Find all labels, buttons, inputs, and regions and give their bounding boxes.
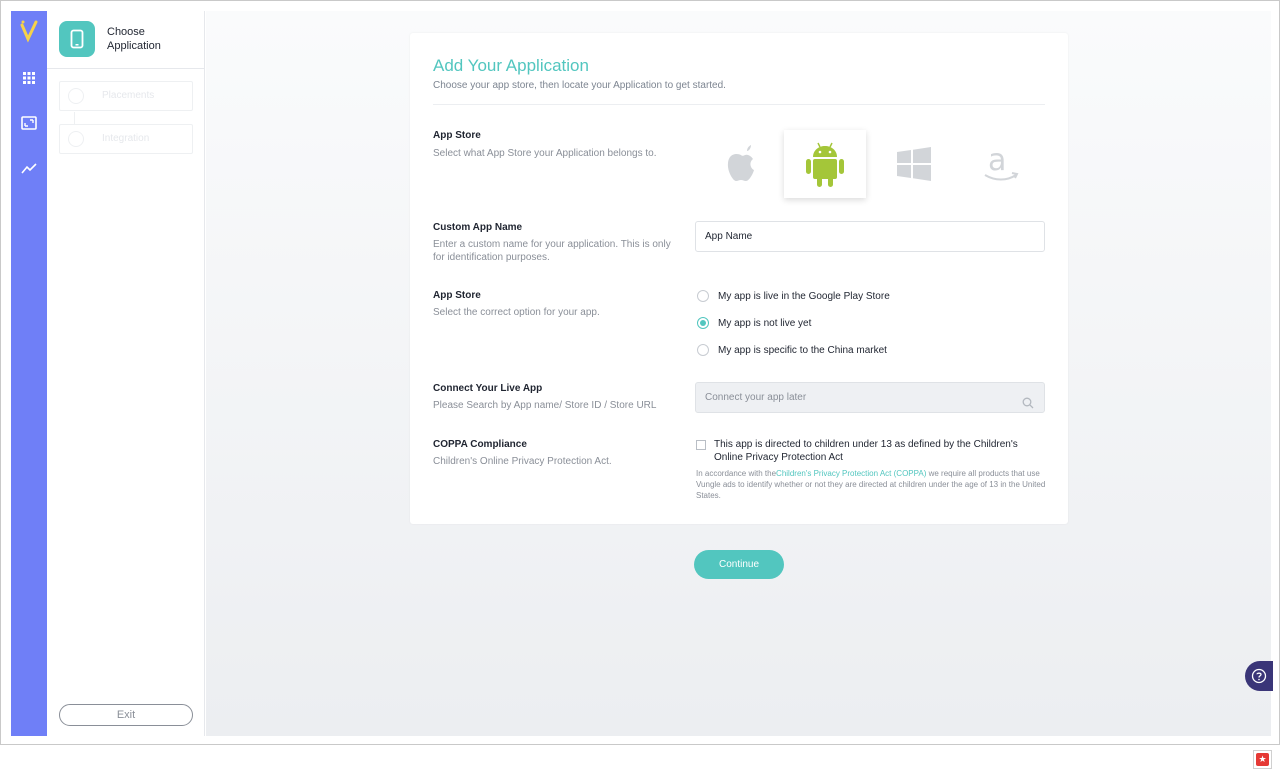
app-store-picker: a xyxy=(700,130,1045,198)
page-title: Add Your Application xyxy=(433,56,589,75)
radio-label: My app is not live yet xyxy=(718,317,812,329)
connect-placeholder: Connect your app later xyxy=(705,392,807,403)
radio-china-market[interactable]: My app is specific to the China market xyxy=(697,343,887,357)
custom-name-label: Custom App Name xyxy=(433,222,523,233)
step-dot xyxy=(68,88,84,104)
step-label: Placements xyxy=(102,90,155,101)
step-sidebar: Choose Application Placements Integratio… xyxy=(47,11,205,736)
star-icon: ★ xyxy=(1256,753,1269,766)
connect-search-input[interactable]: Connect your app later xyxy=(695,382,1045,413)
image-frame-icon[interactable] xyxy=(20,114,38,132)
radio-circle xyxy=(697,317,709,329)
custom-name-description: Enter a custom name for your application… xyxy=(433,239,671,263)
left-rail xyxy=(11,11,47,736)
step-label: Choose Application xyxy=(107,26,161,52)
coppa-link[interactable]: Children's Privacy Protection Act (COPPA… xyxy=(776,469,926,478)
extension-badge-icon[interactable]: ★ xyxy=(1253,750,1272,769)
amazon-icon[interactable]: a xyxy=(960,130,1042,198)
coppa-checkbox[interactable] xyxy=(696,440,706,450)
connect-label: Connect Your Live App xyxy=(433,383,543,394)
step-choose-application[interactable]: Choose Application xyxy=(47,11,205,69)
radio-not-live[interactable]: My app is not live yet xyxy=(697,316,811,330)
windows-icon[interactable] xyxy=(873,130,955,198)
step-integration: Integration xyxy=(59,124,193,154)
app-store-label: App Store xyxy=(433,130,481,141)
search-icon xyxy=(1022,392,1034,421)
coppa-description: Children's Online Privacy Protection Act… xyxy=(433,456,612,467)
exit-button[interactable]: Exit xyxy=(59,704,193,726)
trend-line-icon[interactable] xyxy=(20,159,38,177)
continue-button[interactable]: Continue xyxy=(694,550,784,579)
store-status-description: Select the correct option for your app. xyxy=(433,307,600,318)
step-placements: Placements xyxy=(59,81,193,111)
fine-prefix: In accordance with the xyxy=(696,469,777,478)
store-status-label: App Store xyxy=(433,290,481,301)
coppa-fine-print: In accordance with theChildren's Privacy… xyxy=(696,468,1046,501)
radio-circle xyxy=(697,344,709,356)
radio-live-google-play[interactable]: My app is live in the Google Play Store xyxy=(697,289,890,303)
help-icon[interactable] xyxy=(1245,661,1273,691)
step-connector xyxy=(74,112,75,124)
radio-label: My app is specific to the China market xyxy=(718,344,887,356)
browser-frame: Choose Application Placements Integratio… xyxy=(0,0,1280,745)
coppa-checkbox-label: This app is directed to children under 1… xyxy=(714,439,1018,463)
add-application-card: Add Your Application Choose your app sto… xyxy=(410,33,1068,524)
main-content: Add Your Application Choose your app sto… xyxy=(206,11,1273,736)
connect-description: Please Search by App name/ Store ID / St… xyxy=(433,400,657,411)
grid-icon[interactable] xyxy=(20,69,38,87)
radio-circle xyxy=(697,290,709,302)
step-label: Integration xyxy=(102,133,150,144)
vungle-logo-icon[interactable] xyxy=(19,19,39,43)
app-store-description: Select what App Store your Application b… xyxy=(433,148,657,159)
step-dot xyxy=(68,131,84,147)
android-icon[interactable] xyxy=(784,130,866,198)
phone-icon xyxy=(59,21,95,57)
custom-name-input[interactable]: App Name xyxy=(695,221,1045,252)
coppa-label: COPPA Compliance xyxy=(433,439,527,450)
svg-text:a: a xyxy=(988,144,1006,178)
page-subtitle: Choose your app store, then locate your … xyxy=(433,80,726,91)
apple-icon[interactable] xyxy=(700,130,782,198)
radio-label: My app is live in the Google Play Store xyxy=(718,290,890,302)
divider xyxy=(433,104,1045,105)
